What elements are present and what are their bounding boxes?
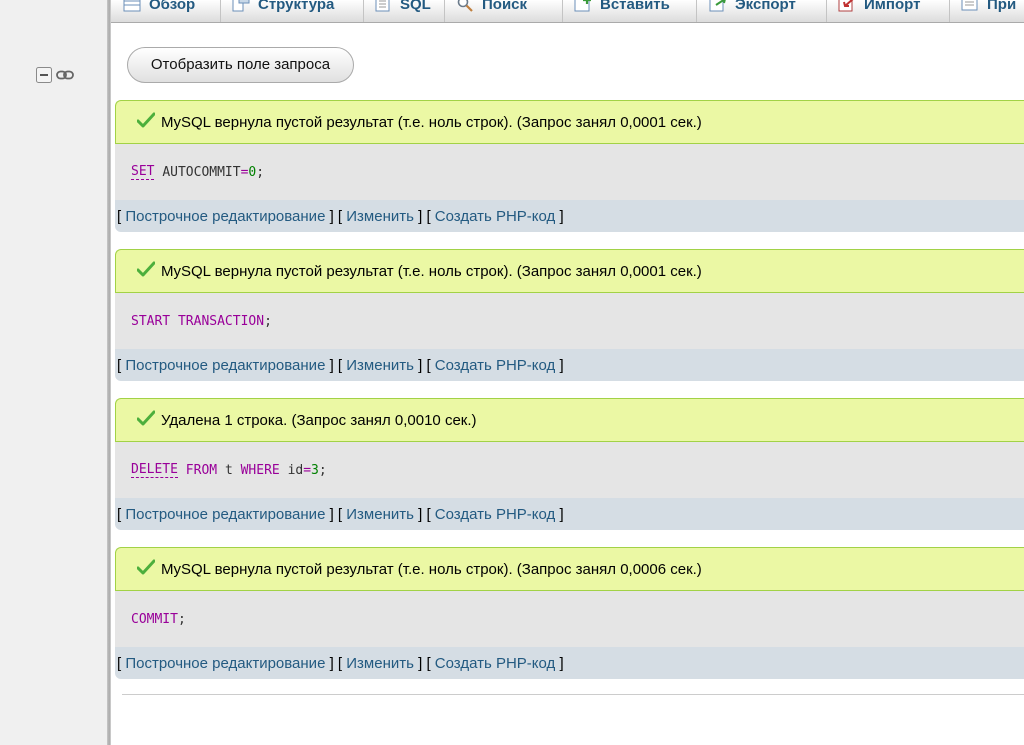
sql-terminator: ; bbox=[177, 611, 186, 627]
tab-divider bbox=[949, 0, 950, 22]
success-message: MySQL вернула пустой результат (т.е. нол… bbox=[115, 249, 1024, 293]
nav-toolbar bbox=[35, 66, 74, 84]
structure-icon bbox=[232, 0, 250, 12]
sql-keyword: WHERE bbox=[240, 462, 280, 478]
sql-operator: = bbox=[303, 462, 312, 478]
success-text: MySQL вернула пустой результат (т.е. нол… bbox=[161, 262, 702, 280]
query-tools: [ Построчное редактирование ] [ Изменить… bbox=[115, 200, 1024, 232]
checkmark-icon bbox=[136, 112, 156, 132]
sql-number: 0 bbox=[248, 164, 257, 180]
sql-terminator: ; bbox=[264, 313, 272, 329]
sql-keyword: COMMIT bbox=[131, 611, 178, 627]
panel-resizer[interactable] bbox=[107, 0, 111, 745]
tab-divider bbox=[562, 0, 563, 22]
edit-link[interactable]: Изменить bbox=[346, 655, 414, 672]
sql-keyword: START bbox=[131, 313, 171, 329]
query-result: MySQL вернула пустой результат (т.е. нол… bbox=[115, 100, 1024, 232]
sql-keyword: FROM bbox=[185, 462, 218, 478]
sql-keyword[interactable]: DELETE bbox=[131, 462, 178, 478]
privileges-icon bbox=[961, 0, 979, 12]
success-message: Удалена 1 строка. (Запрос занял 0,0010 с… bbox=[115, 398, 1024, 442]
sql-number: 3 bbox=[311, 462, 319, 478]
search-icon bbox=[456, 0, 474, 12]
query-tools: [ Построчное редактирование ] [ Изменить… bbox=[115, 647, 1024, 679]
edit-link[interactable]: Изменить bbox=[346, 208, 414, 225]
sql-query: COMMIT; bbox=[115, 591, 1024, 647]
success-message: MySQL вернула пустой результат (т.е. нол… bbox=[115, 100, 1024, 144]
tab-import[interactable]: Импорт bbox=[838, 0, 920, 19]
tab-browse[interactable]: Обзор bbox=[123, 0, 195, 19]
tab-structure[interactable]: Структура bbox=[232, 0, 334, 19]
sql-query: SET AUTOCOMMIT = 0; bbox=[115, 144, 1024, 200]
inline-edit-link[interactable]: Построчное редактирование bbox=[125, 357, 325, 374]
tab-export[interactable]: Экспорт bbox=[709, 0, 796, 19]
query-tools: [ Построчное редактирование ] [ Изменить… bbox=[115, 498, 1024, 530]
edit-link[interactable]: Изменить bbox=[346, 357, 414, 374]
browse-icon bbox=[123, 0, 141, 12]
tab-divider bbox=[220, 0, 221, 22]
tab-divider bbox=[826, 0, 827, 22]
success-text: MySQL вернула пустой результат (т.е. нол… bbox=[161, 560, 702, 578]
sql-table-name: t bbox=[224, 462, 233, 478]
success-text: Удалена 1 строка. (Запрос занял 0,0010 с… bbox=[161, 411, 477, 429]
sql-keyword: TRANSACTION bbox=[177, 313, 265, 329]
sql-icon bbox=[374, 0, 392, 12]
checkmark-icon bbox=[136, 559, 156, 579]
sql-operator: = bbox=[240, 164, 249, 180]
tab-divider bbox=[444, 0, 445, 22]
link-icon[interactable] bbox=[56, 66, 74, 84]
sql-column-name: id bbox=[287, 462, 304, 478]
inline-edit-link[interactable]: Построчное редактирование bbox=[125, 208, 325, 225]
sql-query: DELETE FROM t WHERE id = 3; bbox=[115, 442, 1024, 498]
query-result: MySQL вернула пустой результат (т.е. нол… bbox=[115, 547, 1024, 679]
sql-terminator: ; bbox=[256, 164, 265, 180]
tab-privileges[interactable]: При bbox=[961, 0, 1016, 19]
query-result: MySQL вернула пустой результат (т.е. нол… bbox=[115, 249, 1024, 381]
sql-query: START TRANSACTION; bbox=[115, 293, 1024, 349]
collapse-all-icon[interactable] bbox=[35, 66, 53, 84]
tab-search[interactable]: Поиск bbox=[456, 0, 527, 19]
checkmark-icon bbox=[136, 261, 156, 281]
tab-divider bbox=[696, 0, 697, 22]
tab-sql[interactable]: SQL bbox=[374, 0, 431, 19]
top-tab-bar: Обзор Структура SQL Поиск Вставить Экспо… bbox=[111, 0, 1024, 23]
create-php-code-link[interactable]: Создать PHP-код bbox=[435, 655, 556, 672]
navigation-panel bbox=[0, 0, 107, 745]
insert-icon bbox=[574, 0, 592, 12]
show-query-box-button[interactable]: Отобразить поле запроса bbox=[127, 47, 354, 83]
checkmark-icon bbox=[136, 410, 156, 430]
query-tools: [ Построчное редактирование ] [ Изменить… bbox=[115, 349, 1024, 381]
export-icon bbox=[709, 0, 727, 12]
inline-edit-link[interactable]: Построчное редактирование bbox=[125, 506, 325, 523]
sql-terminator: ; bbox=[318, 462, 327, 478]
tab-divider bbox=[363, 0, 364, 22]
inline-edit-link[interactable]: Построчное редактирование bbox=[125, 655, 325, 672]
success-text: MySQL вернула пустой результат (т.е. нол… bbox=[161, 113, 702, 131]
divider bbox=[122, 694, 1024, 695]
create-php-code-link[interactable]: Создать PHP-код bbox=[435, 506, 556, 523]
create-php-code-link[interactable]: Создать PHP-код bbox=[435, 357, 556, 374]
success-message: MySQL вернула пустой результат (т.е. нол… bbox=[115, 547, 1024, 591]
create-php-code-link[interactable]: Создать PHP-код bbox=[435, 208, 556, 225]
tab-insert[interactable]: Вставить bbox=[574, 0, 670, 19]
sql-identifier: AUTOCOMMIT bbox=[162, 164, 241, 180]
query-result: Удалена 1 строка. (Запрос занял 0,0010 с… bbox=[115, 398, 1024, 530]
import-icon bbox=[838, 0, 856, 12]
edit-link[interactable]: Изменить bbox=[346, 506, 414, 523]
sql-keyword[interactable]: SET bbox=[131, 164, 155, 180]
